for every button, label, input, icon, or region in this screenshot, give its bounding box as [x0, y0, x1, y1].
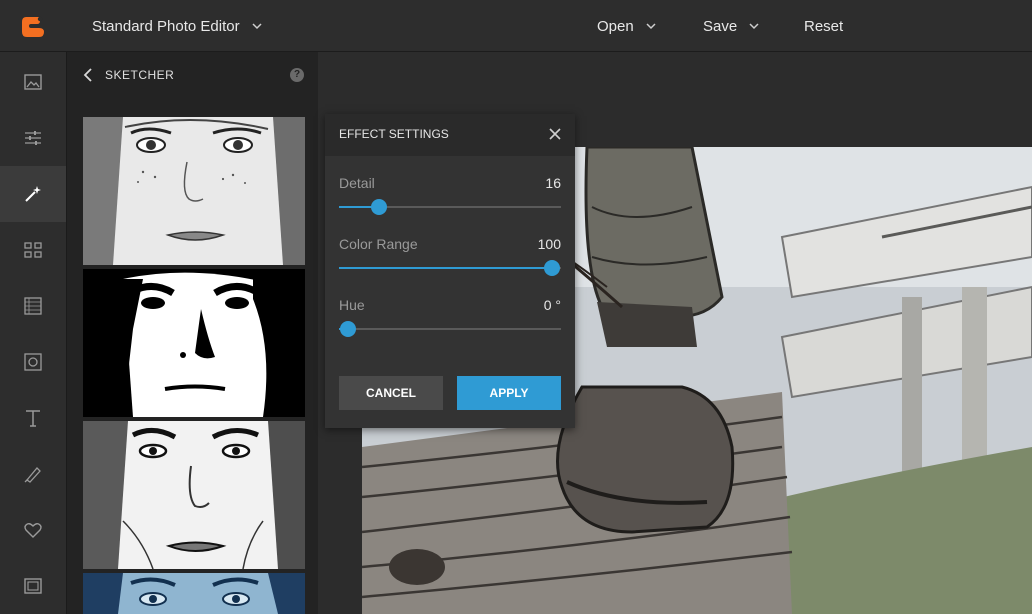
- rail-borders[interactable]: [0, 558, 66, 614]
- effect-thumbnail[interactable]: [83, 117, 305, 265]
- rail-effects[interactable]: [0, 166, 66, 222]
- effect-settings-dialog: EFFECT SETTINGS Detail 16 Color Range 10…: [325, 114, 575, 428]
- tool-rail: [0, 52, 66, 614]
- rail-overlays[interactable]: [0, 222, 66, 278]
- sketch-preview-2: [83, 269, 305, 417]
- hue-value: 0 °: [543, 297, 561, 313]
- chevron-down-icon: [749, 23, 759, 30]
- color-range-slider-fill: [339, 267, 553, 269]
- detail-label: Detail: [339, 175, 375, 191]
- editor-mode-label: Standard Photo Editor: [92, 17, 240, 35]
- dialog-title: EFFECT SETTINGS: [339, 127, 449, 141]
- brush-icon: [24, 467, 41, 483]
- help-icon[interactable]: ?: [290, 68, 304, 82]
- texture-icon: [24, 297, 42, 315]
- top-bar: Standard Photo Editor Open Save Reset: [0, 0, 1032, 52]
- image-icon: [24, 74, 42, 90]
- magic-wand-icon: [25, 186, 41, 202]
- open-menu[interactable]: Open: [597, 0, 658, 52]
- color-range-slider-handle[interactable]: [544, 260, 561, 276]
- grid-icon: [24, 242, 42, 258]
- sketch-preview-1: [83, 117, 305, 265]
- chevron-down-icon: [646, 23, 656, 30]
- effects-panel: SKETCHER ?: [66, 52, 318, 614]
- hue-label: Hue: [339, 297, 365, 313]
- reset-label: Reset: [804, 17, 844, 35]
- color-range-label: Color Range: [339, 236, 418, 252]
- save-menu[interactable]: Save: [703, 0, 761, 52]
- color-range-value: 100: [537, 236, 561, 252]
- heart-icon: [24, 523, 42, 538]
- close-icon[interactable]: [547, 126, 563, 142]
- apply-button[interactable]: APPLY: [457, 376, 561, 410]
- rail-image[interactable]: [0, 54, 66, 110]
- rail-frames[interactable]: [0, 334, 66, 390]
- hue-slider[interactable]: [339, 321, 561, 337]
- detail-slider-handle[interactable]: [370, 199, 387, 215]
- rail-draw[interactable]: [0, 446, 66, 502]
- frame-icon: [24, 353, 42, 371]
- app-logo[interactable]: [20, 13, 46, 39]
- reset-button[interactable]: Reset: [804, 0, 843, 52]
- open-label: Open: [597, 17, 634, 35]
- panel-title: SKETCHER: [105, 68, 175, 82]
- cancel-button[interactable]: CANCEL: [339, 376, 443, 410]
- sliders-icon: [25, 131, 41, 145]
- color-range-slider[interactable]: [339, 260, 561, 276]
- rail-textures[interactable]: [0, 278, 66, 334]
- effect-thumbnail[interactable]: [83, 269, 305, 417]
- effect-thumbnail[interactable]: [83, 421, 305, 569]
- save-label: Save: [703, 17, 738, 35]
- text-icon: [26, 410, 40, 427]
- sketch-preview-3: [83, 421, 305, 569]
- panel-header: SKETCHER ?: [67, 52, 319, 98]
- rail-graphics[interactable]: [0, 502, 66, 558]
- detail-value: 16: [545, 175, 561, 191]
- dialog-header: EFFECT SETTINGS: [325, 114, 575, 156]
- editor-mode-dropdown[interactable]: Standard Photo Editor: [92, 0, 264, 52]
- back-arrow-icon[interactable]: [81, 67, 95, 83]
- rail-adjust[interactable]: [0, 110, 66, 166]
- effect-thumbnail[interactable]: [83, 573, 305, 614]
- border-icon: [24, 578, 42, 594]
- hue-slider-handle[interactable]: [339, 321, 356, 337]
- sketch-preview-4: [83, 573, 305, 614]
- detail-slider[interactable]: [339, 199, 561, 215]
- rail-text[interactable]: [0, 390, 66, 446]
- chevron-down-icon: [252, 23, 262, 30]
